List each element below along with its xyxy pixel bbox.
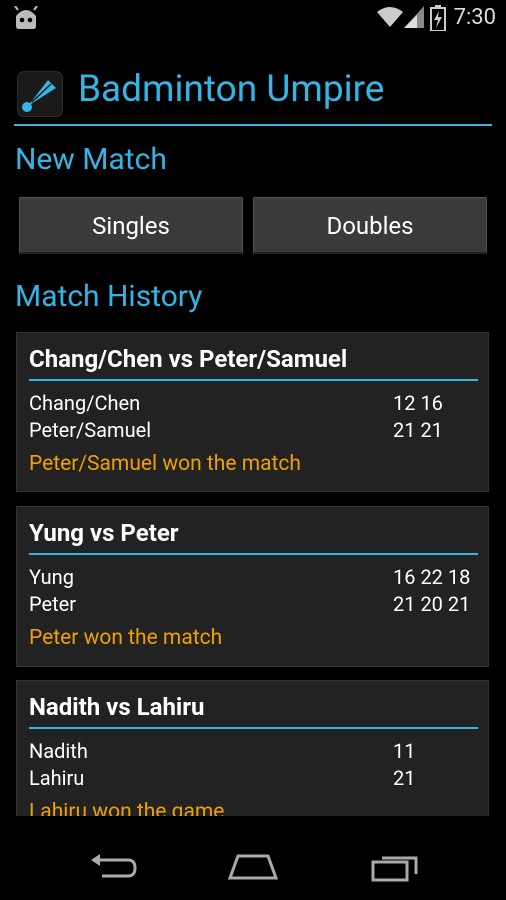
team-scores: 21 <box>393 766 416 790</box>
match-title: Chang/Chen vs Peter/Samuel <box>29 345 348 373</box>
singles-button[interactable]: Singles <box>19 197 243 254</box>
match-history-heading: Match History <box>15 279 203 314</box>
android-debug-icon <box>14 6 38 29</box>
team-name: Nadith <box>29 739 88 763</box>
doubles-button[interactable]: Doubles <box>253 197 487 254</box>
match-card[interactable]: Yung vs Peter Yung 16 22 18 Peter 21 20 … <box>16 506 489 667</box>
match-card[interactable]: Nadith vs Lahiru Nadith 11 Lahiru 21 Lah… <box>16 680 489 816</box>
team-scores: 16 22 18 <box>393 565 471 589</box>
shuttlecock-icon <box>22 80 56 112</box>
match-result: Peter/Samuel won the match <box>29 452 301 476</box>
match-card[interactable]: Chang/Chen vs Peter/Samuel Chang/Chen 12… <box>16 332 489 492</box>
action-bar-divider <box>14 124 492 126</box>
card-divider <box>29 379 478 381</box>
recent-apps-icon[interactable] <box>370 852 420 882</box>
team-name: Chang/Chen <box>29 391 141 415</box>
match-result: Peter won the match <box>29 626 223 650</box>
team-name: Peter <box>29 592 77 616</box>
team-name: Peter/Samuel <box>29 418 152 442</box>
card-divider <box>29 727 478 729</box>
battery-charging-icon <box>430 5 446 31</box>
app-icon[interactable] <box>17 71 63 117</box>
team-scores: 21 20 21 <box>393 592 471 616</box>
team-scores: 11 <box>393 739 416 763</box>
team-scores: 21 21 <box>393 418 443 442</box>
navigation-bar <box>0 816 506 900</box>
home-icon[interactable] <box>226 852 280 882</box>
card-divider <box>29 553 478 555</box>
match-result: Lahiru won the game <box>29 800 225 816</box>
clock: 7:30 <box>453 5 496 30</box>
team-name: Lahiru <box>29 766 85 790</box>
team-scores: 12 16 <box>393 391 443 415</box>
status-bar: 7:30 <box>0 0 506 36</box>
match-title: Yung vs Peter <box>29 519 179 547</box>
match-history-list[interactable]: Chang/Chen vs Peter/Samuel Chang/Chen 12… <box>0 330 506 816</box>
action-bar: Badminton Umpire <box>0 36 506 126</box>
new-match-heading: New Match <box>15 142 167 177</box>
team-name: Yung <box>29 565 74 589</box>
match-title: Nadith vs Lahiru <box>29 693 205 721</box>
back-icon[interactable] <box>88 852 138 882</box>
signal-icon <box>404 6 424 28</box>
wifi-icon <box>377 7 403 27</box>
app-title: Badminton Umpire <box>78 68 385 111</box>
